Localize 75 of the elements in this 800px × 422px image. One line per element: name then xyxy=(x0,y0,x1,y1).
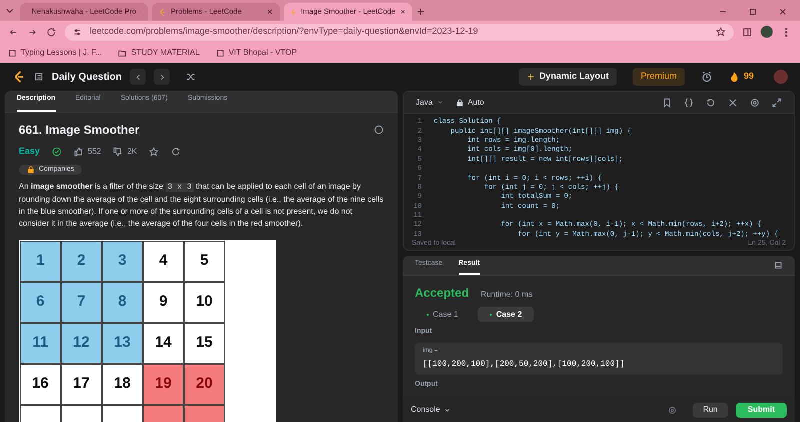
streak-count[interactable]: 99 xyxy=(744,70,754,84)
grid-cell: 11 xyxy=(20,323,61,364)
site-settings-icon[interactable] xyxy=(73,28,82,36)
grid-cell: 19 xyxy=(143,364,184,405)
bookmark-link[interactable]: Typing Lessons | J. F... xyxy=(21,47,102,59)
auto-mode-label: Auto xyxy=(468,96,484,108)
panel-icon[interactable] xyxy=(774,261,783,270)
add-tab-icon[interactable] xyxy=(416,7,426,17)
lock-icon[interactable] xyxy=(27,166,35,174)
problem-title: 661. Image Smoother xyxy=(19,122,140,139)
grid-cell: 3 xyxy=(102,241,143,282)
grid-cell: 6 xyxy=(20,282,61,323)
thumbs-up-icon[interactable] xyxy=(74,146,84,157)
runtime-label: Runtime: 0 ms xyxy=(481,289,533,301)
grid-cell: 8 xyxy=(102,282,143,323)
grid-cell: 12 xyxy=(61,323,102,364)
grid-cell: 17 xyxy=(61,364,102,405)
maximize-icon[interactable] xyxy=(748,7,758,17)
grid-cell: 20 xyxy=(184,364,225,405)
alarm-clock-icon[interactable] xyxy=(700,71,713,83)
like-count[interactable]: 552 xyxy=(88,146,102,158)
grid-cell: 10 xyxy=(184,282,225,323)
code-editor[interactable] xyxy=(403,91,795,251)
grid-cell: 15 xyxy=(184,323,225,364)
share-icon[interactable] xyxy=(171,146,182,157)
premium-button[interactable]: Premium xyxy=(632,68,685,86)
grid-cell: 2 xyxy=(61,241,102,282)
braces-icon[interactable] xyxy=(684,98,694,108)
dynamic-layout-button[interactable]: Dynamic Layout xyxy=(519,68,617,86)
reload-icon[interactable] xyxy=(46,26,57,38)
grid-cell: 13 xyxy=(102,323,143,364)
folder-icon[interactable] xyxy=(118,48,128,58)
bookmark-icon[interactable] xyxy=(216,48,225,58)
bookmark-icon[interactable] xyxy=(8,48,17,58)
url-text: leetcode.com/problems/image-smoother/description/?envType=daily-question&envId=2023-12-19 xyxy=(90,25,480,38)
result-status: Accepted xyxy=(415,285,470,302)
address-bar[interactable]: leetcode.com/problems/image-smoother/description/?envType=daily-question&envId=2023-12-19 xyxy=(65,24,734,40)
thumbs-down-icon[interactable] xyxy=(113,146,124,157)
language-selector[interactable]: Java xyxy=(416,96,444,108)
case-tab[interactable]: Case 1 xyxy=(415,307,470,322)
grid-cell: 16 xyxy=(20,364,61,405)
difficulty-label: Easy xyxy=(19,145,40,158)
star-icon[interactable] xyxy=(149,146,160,157)
run-button[interactable]: Run xyxy=(693,402,728,418)
console-button[interactable]: Console xyxy=(411,404,452,416)
bookmark-link[interactable]: VIT Bhopal - VTOP xyxy=(228,47,298,59)
grid-cell: 4 xyxy=(143,241,184,282)
bookmark-icon[interactable] xyxy=(662,98,672,108)
reset-icon[interactable] xyxy=(706,98,716,108)
bookmark-link[interactable]: STUDY MATERIAL xyxy=(131,47,200,59)
settings-icon[interactable] xyxy=(750,98,760,108)
chevron-down-icon[interactable] xyxy=(444,406,452,414)
grid-cell: 18 xyxy=(102,364,143,405)
shuffle-icon[interactable] xyxy=(186,72,196,82)
settings-icon[interactable] xyxy=(668,406,678,414)
star-icon[interactable] xyxy=(716,27,726,37)
grid-cell: 14 xyxy=(143,323,184,364)
grid-cell: 7 xyxy=(61,282,102,323)
lock-icon[interactable] xyxy=(456,98,464,106)
flame-icon[interactable] xyxy=(728,72,740,82)
side-panel-icon[interactable] xyxy=(742,26,753,38)
solved-check-icon[interactable] xyxy=(52,146,62,157)
nav-title[interactable]: Daily Question xyxy=(52,70,122,84)
grid-cell: 5 xyxy=(184,241,225,282)
dislike-count[interactable]: 2K xyxy=(127,146,138,158)
more-icon[interactable] xyxy=(374,125,384,135)
grid-cell: 1 xyxy=(20,241,61,282)
case-tab[interactable]: Case 2 xyxy=(478,307,534,322)
grid-cell: 9 xyxy=(143,282,184,323)
input-value: [[100,200,100],[200,50,200],[100,200,100]] xyxy=(423,358,626,370)
problem-description: An image smoother is a filter of the size 3 x 3 that can be applied to each cell of an image by rounding down the average of the cell and the eight surrounding cells (i.e., the average of the nine cells in the blue smoother). If one or more of the surrounding cells of a cell is not present, we do not consider it in the average (i.e., the average of the four cells in the red smoother). xyxy=(19,181,384,230)
list-icon[interactable] xyxy=(34,72,44,82)
sparkle-icon[interactable] xyxy=(527,73,536,81)
expand-icon[interactable] xyxy=(772,98,782,108)
avatar[interactable] xyxy=(761,26,773,38)
